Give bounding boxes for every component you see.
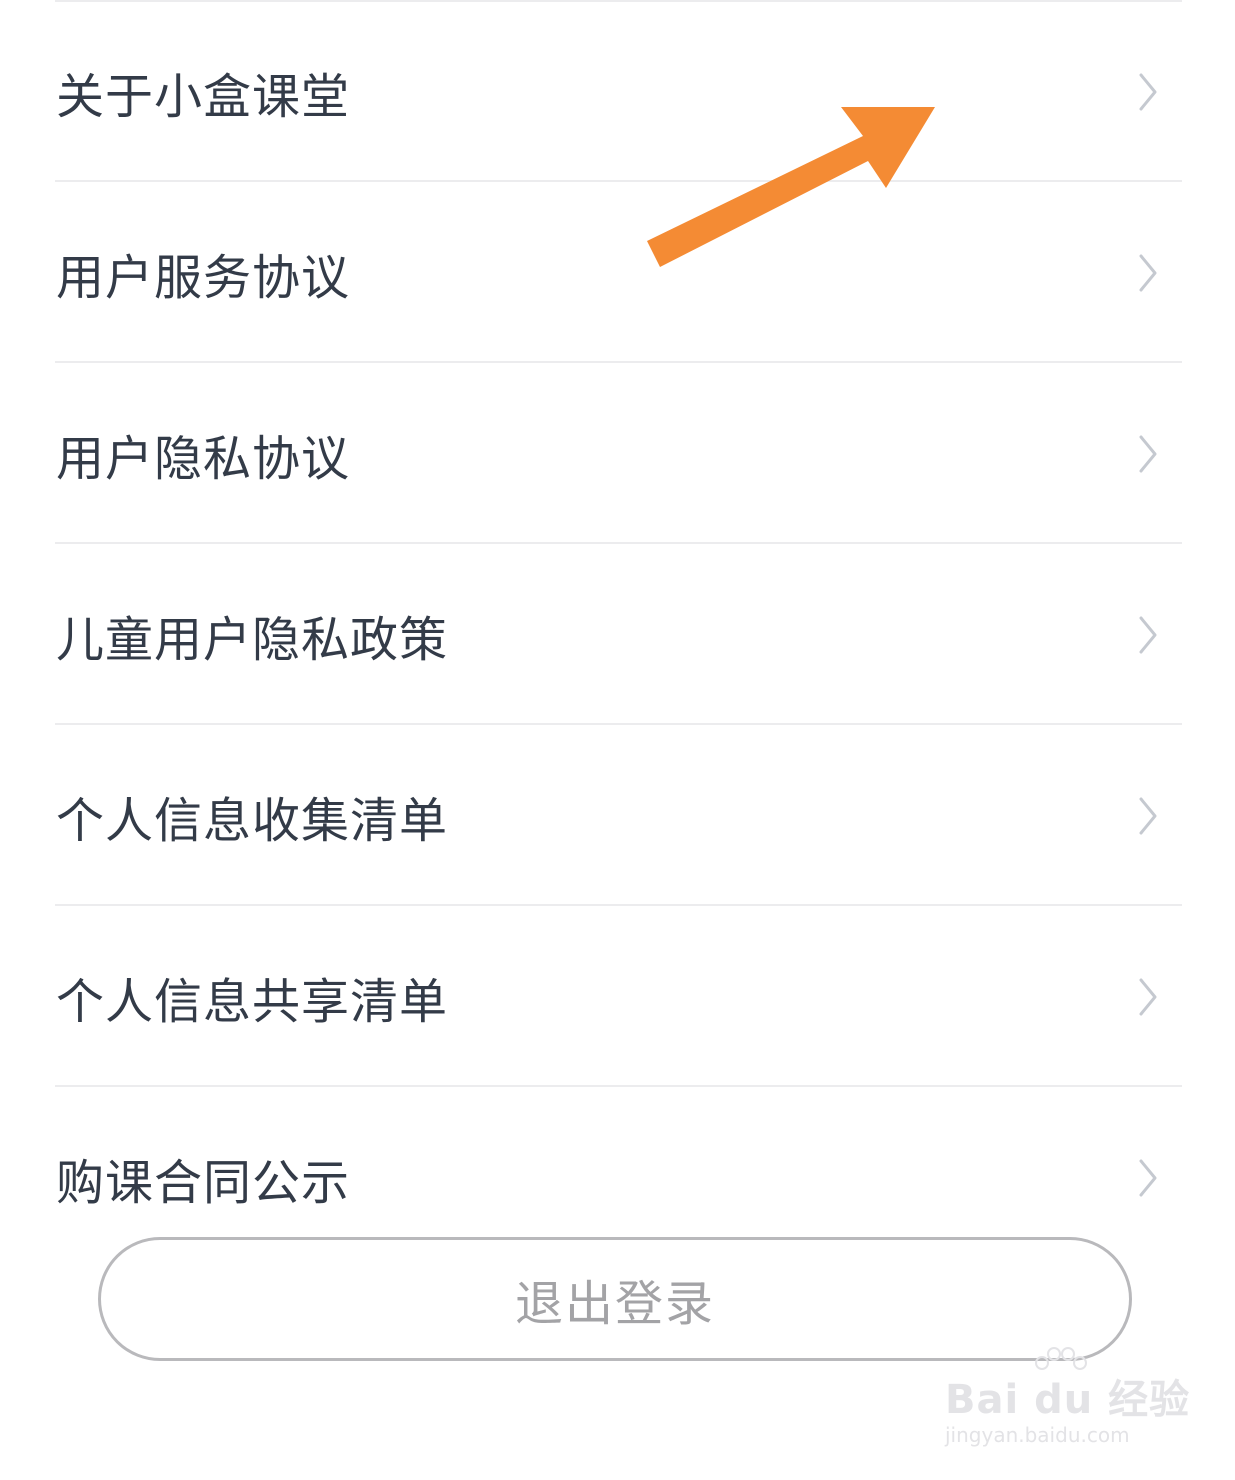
menu-item-children-privacy-policy[interactable]: 儿童用户隐私政策 — [0, 545, 1235, 725]
menu-item-user-service-agreement[interactable]: 用户服务协议 — [0, 183, 1235, 363]
baidu-jingyan-watermark: Bai du 经验 jingyan.baidu.com — [945, 1345, 1189, 1455]
chevron-right-icon — [1139, 978, 1157, 1016]
menu-item-label: 个人信息共享清单 — [56, 974, 449, 1030]
menu-item-label: 个人信息收集清单 — [56, 793, 449, 849]
chevron-right-icon — [1139, 254, 1157, 292]
menu-divider — [55, 723, 1182, 725]
menu-item-personal-info-sharing-list[interactable]: 个人信息共享清单 — [0, 907, 1235, 1087]
menu-divider — [55, 361, 1182, 363]
menu-item-label: 用户隐私协议 — [56, 431, 351, 487]
chevron-right-icon — [1139, 73, 1157, 111]
logout-button[interactable]: 退出登录 — [98, 1237, 1132, 1361]
menu-divider — [55, 180, 1182, 182]
menu-item-label: 购课合同公示 — [56, 1155, 351, 1211]
menu-item-personal-info-collection-list[interactable]: 个人信息收集清单 — [0, 726, 1235, 906]
menu-item-label: 关于小盒课堂 — [56, 69, 351, 125]
menu-item-label: 用户服务协议 — [56, 250, 351, 306]
menu-divider — [55, 1085, 1182, 1087]
chevron-right-icon — [1139, 1159, 1157, 1197]
menu-item-about[interactable]: 关于小盒课堂 — [0, 2, 1235, 182]
chevron-right-icon — [1139, 616, 1157, 654]
menu-divider — [55, 904, 1182, 906]
menu-divider — [55, 542, 1182, 544]
chevron-right-icon — [1139, 797, 1157, 835]
chevron-right-icon — [1139, 435, 1157, 473]
menu-item-user-privacy-agreement[interactable]: 用户隐私协议 — [0, 364, 1235, 544]
watermark-url: jingyan.baidu.com — [945, 1423, 1130, 1447]
menu-item-label: 儿童用户隐私政策 — [56, 612, 449, 668]
watermark-brand: Bai du 经验 — [945, 1377, 1191, 1423]
